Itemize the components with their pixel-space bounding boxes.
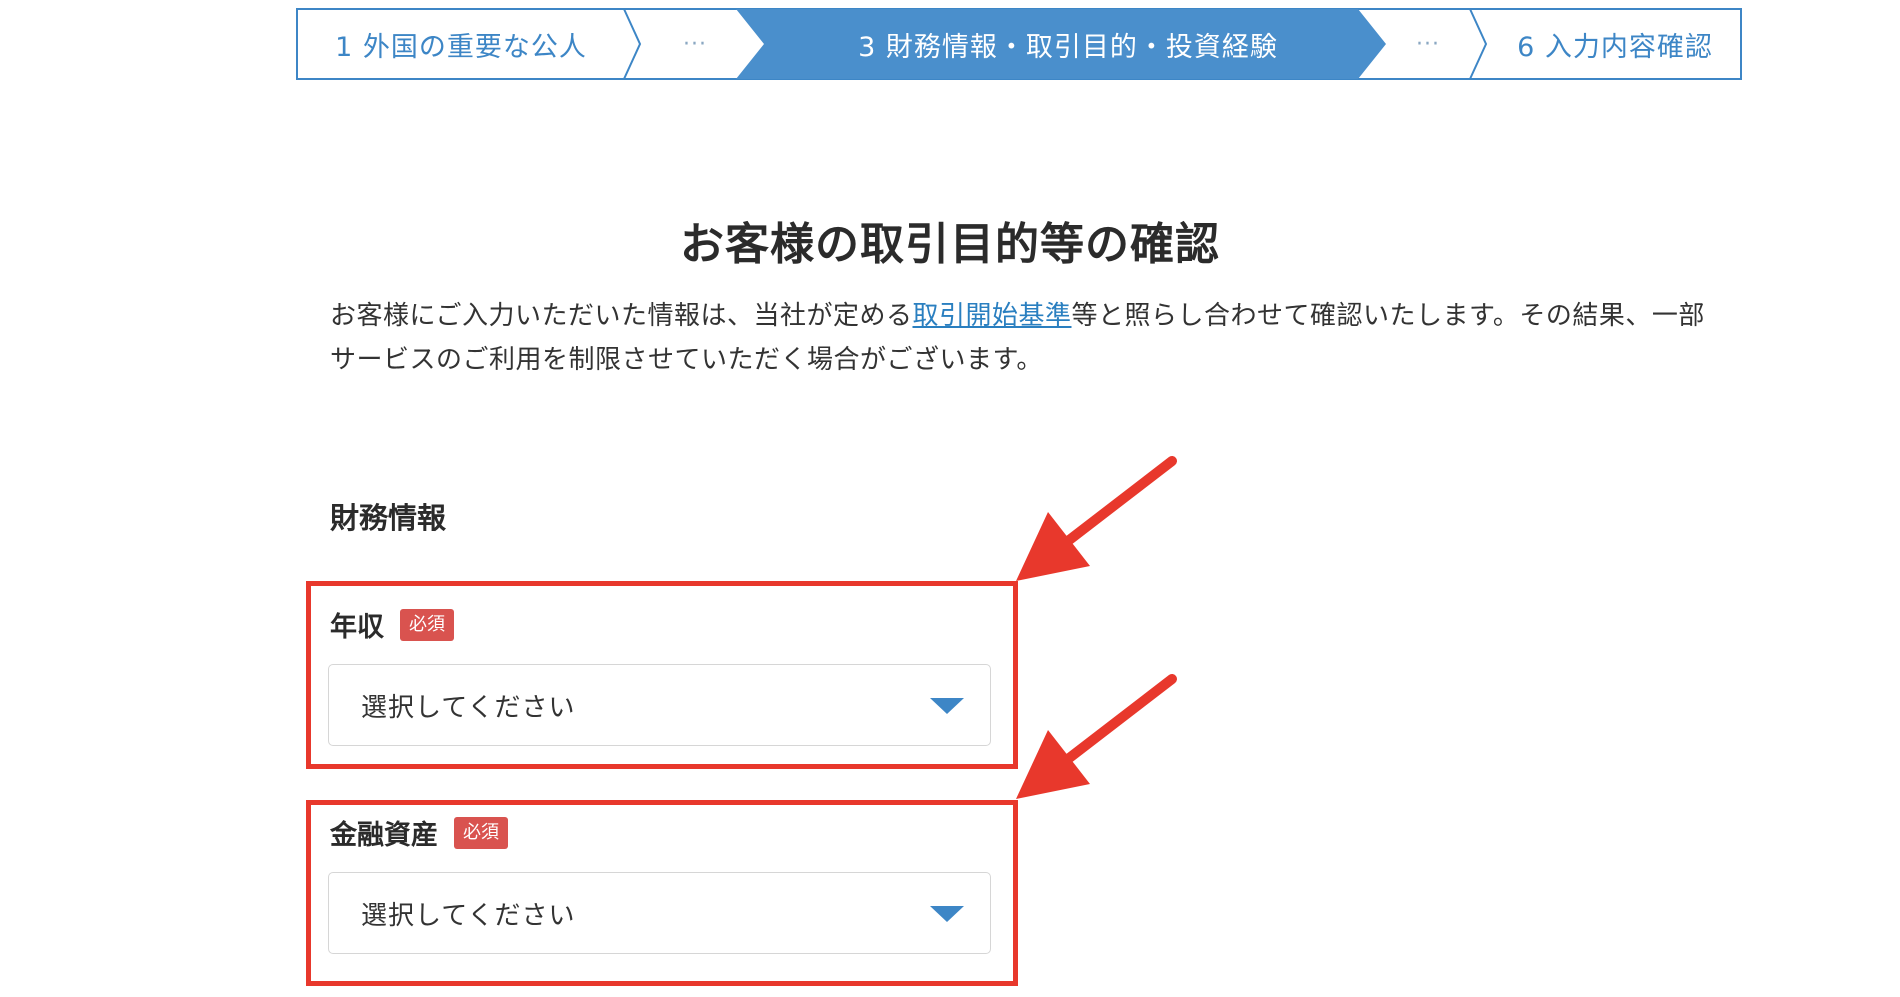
annotation-arrow-icon (1016, 456, 1177, 581)
annotation-highlight-annual-income (306, 581, 1018, 769)
lead-paragraph: お客様にご入力いただいた情報は、当社が定める取引開始基準等と照らし合わせて確認い… (330, 294, 1710, 382)
lead-text-before: お客様にご入力いただいた情報は、当社が定める (330, 301, 913, 331)
progress-stepper: 1 外国の重要な公人 ··· 3 財務情報・取引目的・投資経験 ··· 6 入力… (296, 8, 1742, 80)
step-6-label: 6 入力内容確認 (1517, 31, 1713, 63)
annotation-highlight-financial-assets (306, 800, 1018, 986)
step-3-label-current: 3 財務情報・取引目的・投資経験 (858, 31, 1278, 63)
step-1-label: 1 外国の重要な公人 (335, 31, 587, 63)
section-title-financial-info: 財務情報 (330, 501, 447, 535)
annotation-arrow-icon (1016, 674, 1177, 799)
step-ellipsis-left: ··· (683, 31, 707, 57)
trading-criteria-link[interactable]: 取引開始基準 (912, 301, 1071, 331)
page-title: お客様の取引目的等の確認 (680, 219, 1220, 270)
step-ellipsis-right: ··· (1416, 31, 1440, 57)
